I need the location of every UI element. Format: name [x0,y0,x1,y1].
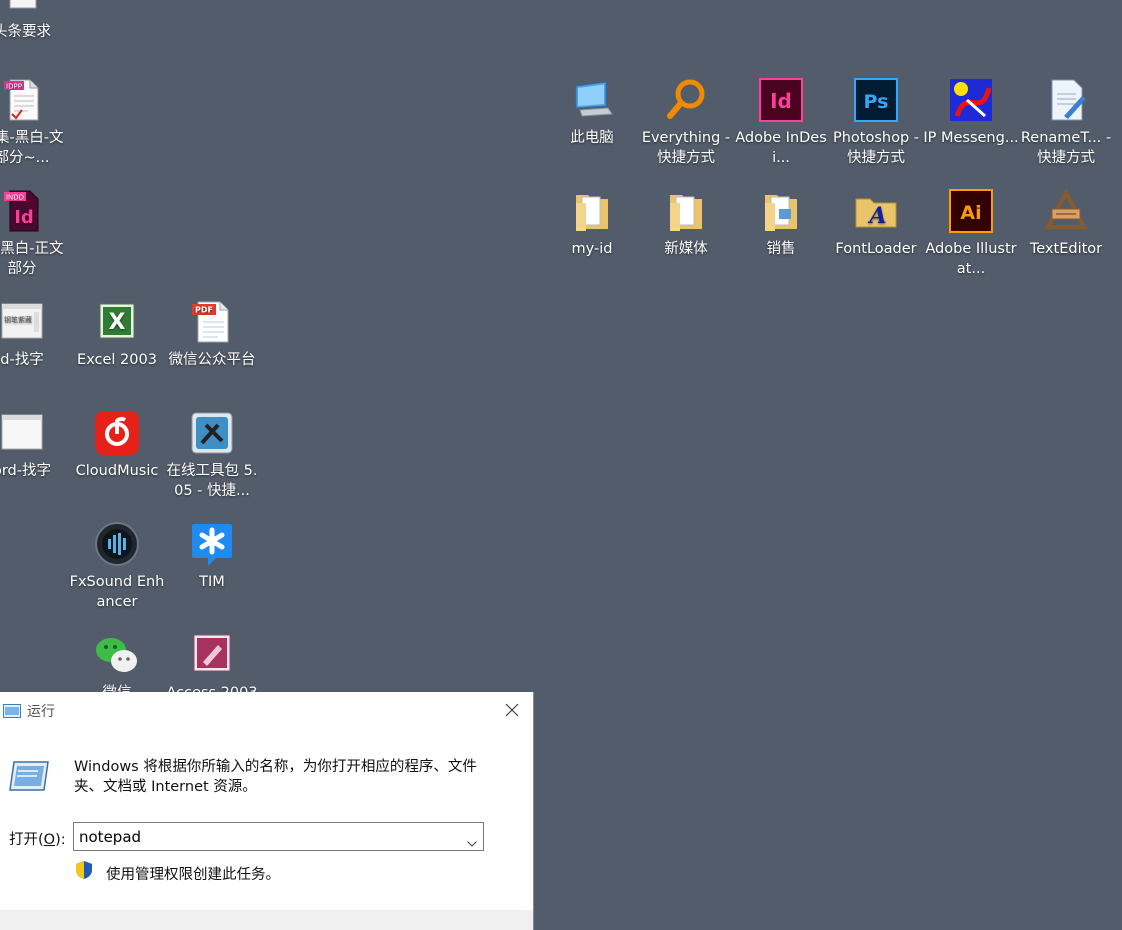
desktop-icon-label: 销售 [766,241,796,257]
desktop-icon-indesign[interactable]: Id Adobe InDesi... [733,76,829,168]
open-combobox[interactable] [73,822,484,851]
chevron-down-icon[interactable] [467,832,477,851]
computer-icon [568,76,616,124]
desktop-icon-shiji-doc[interactable]: IDPP 诗集-黑白-文部分~... [0,76,70,168]
desktop-icon-xiaoshou[interactable]: 销售 [733,187,829,259]
run-dialog: 运行 Windows 将根据你所输入的名称，为你打开相应的程序、文件夹、文档或 … [0,692,534,930]
svg-text:Ai: Ai [960,202,981,224]
desktop-icon-label: 此电脑 [570,130,614,146]
tim-icon [188,520,236,568]
desktop-icon-fxsound[interactable]: FxSound Enhancer [69,520,165,612]
desktop-icon-label: 头条要求 [0,24,51,40]
desktop-icon-label: 新媒体 [664,241,708,257]
run-dialog-title: 运行 [27,704,55,720]
desktop-icon-texteditor[interactable]: TextEditor [1018,187,1114,259]
fontloader-icon: A [852,187,900,235]
document-icon [0,0,46,18]
svg-text:IDPP: IDPP [6,83,22,91]
toolkit-icon [188,409,236,457]
open-input[interactable] [79,826,459,848]
folder-icon [568,187,616,235]
desktop-icon-label: RenameT... - 快捷方式 [1020,130,1112,166]
desktop-icon-ord-zhaozi[interactable]: ord-找字 [0,409,70,481]
desktop-icon-label: ord-找字 [0,463,51,479]
desktop-icon-tim[interactable]: TIM [164,520,260,592]
illustrator-icon: Ai [947,187,995,235]
idpp-document-icon: IDPP [0,76,46,124]
desktop-icon-label: FxSound Enhancer [69,574,165,610]
window-thumbnail-icon: 钢笔紫藏 [0,298,46,346]
window-thumbnail-icon [0,409,46,457]
desktop-icon-d-zhaozi[interactable]: 钢笔紫藏 d-找字 [0,298,70,370]
desktop-icon-xinmeiti[interactable]: 新媒体 [638,187,734,259]
desktop-icon-wechat-mp[interactable]: PDF 微信公众平台 [164,298,260,370]
run-icon [3,703,21,718]
desktop-icon-photoshop[interactable]: Ps Photoshop - 快捷方式 [828,76,924,168]
desktop-icon-label: 在线工具包 5.05 - 快捷... [166,463,258,499]
run-program-icon [8,760,50,792]
svg-text:A: A [867,203,886,229]
desktop-icon-label: Everything - 快捷方式 [641,130,731,166]
access-icon [188,631,236,679]
svg-text:钢笔紫藏: 钢笔紫藏 [4,315,32,324]
desktop-icon-label: d-找字 [0,352,44,368]
desktop-icon-label: Excel 2003 [77,352,157,368]
folder-icon [757,187,805,235]
open-label: 打开(O): [9,832,66,848]
svg-text:Id: Id [770,89,792,113]
desktop-icon-toutiao[interactable]: 头条要求 [0,0,70,42]
desktop-icon-everything[interactable]: Everything - 快捷方式 [638,76,734,168]
cloudmusic-icon [93,409,141,457]
desktop-icon-ip-messenger[interactable]: IP Messeng... [923,76,1019,148]
svg-text:Id: Id [14,207,34,228]
run-dialog-description: Windows 将根据你所输入的名称，为你打开相应的程序、文件夹、文档或 Int… [74,759,477,795]
excel-icon: X [93,298,141,346]
desktop-icon-this-pc[interactable]: 此电脑 [544,76,640,148]
desktop-icon-label: my-id [571,241,613,257]
rename-icon [1042,76,1090,124]
desktop-icon-label: Adobe InDesi... [735,130,827,166]
svg-text:Ps: Ps [864,91,889,113]
desktop-icon-label: Photoshop - 快捷方式 [832,130,920,166]
svg-text:PDF: PDF [195,306,213,315]
pdf-icon: PDF [188,298,236,346]
desktop-icon-label: FontLoader [835,241,917,257]
everything-icon [662,76,710,124]
indesign-icon: Id [757,76,805,124]
desktop-icon-label: 诗集-黑白-文部分~... [0,130,64,166]
desktop-icon-illustrator[interactable]: Ai Adobe Illustrat... [923,187,1019,279]
desktop-icon-label: 微信公众平台 [168,352,256,368]
desktop-icon-cloudmusic[interactable]: CloudMusic [69,409,165,481]
desktop-icon-online-toolkit[interactable]: 在线工具包 5.05 - 快捷... [164,409,260,501]
ipmessenger-icon [947,76,995,124]
run-dialog-titlebar[interactable]: 运行 [0,692,533,730]
fxsound-icon [93,520,141,568]
photoshop-icon: Ps [852,76,900,124]
svg-text:X: X [109,310,126,335]
desktop-icon-renamet[interactable]: RenameT... - 快捷方式 [1018,76,1114,168]
wechat-icon [93,631,141,679]
uac-shield-icon [75,860,93,880]
desktop-icon-label: IP Messeng... [923,130,1019,146]
folder-icon [662,187,710,235]
desktop-icon-label: TIM [199,574,225,590]
desktop-icon-label: CloudMusic [75,463,159,479]
run-dialog-footer [0,910,533,930]
desktop-icon-fontloader[interactable]: A FontLoader [828,187,924,259]
desktop-icon-label: Adobe Illustrat... [925,241,1017,277]
texteditor-icon [1042,187,1090,235]
desktop-icon-label: TextEditor [1029,241,1103,257]
admin-privileges-text: 使用管理权限创建此任务。 [106,867,280,883]
close-icon [505,702,519,721]
desktop-icon-label: 集-黑白-正文部分 [0,241,64,277]
indd-file-icon: INDD Id [0,187,46,235]
close-button[interactable] [492,692,532,730]
desktop-icon-shiji-indd[interactable]: INDD Id 集-黑白-正文部分 [0,187,70,279]
desktop-icon-my-id[interactable]: my-id [544,187,640,259]
svg-text:INDD: INDD [6,194,24,202]
desktop-icon-excel-2003[interactable]: X Excel 2003 [69,298,165,370]
